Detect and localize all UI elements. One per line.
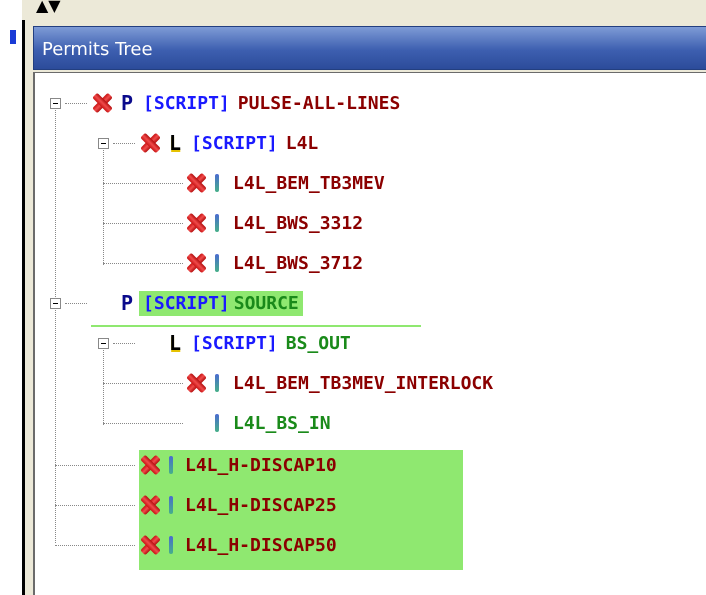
tree-line bbox=[55, 545, 135, 546]
tree-line bbox=[103, 423, 183, 424]
tree-node-l4l-h-discap50[interactable]: L4L_H-DISCAP50 bbox=[139, 529, 337, 561]
permits-tree[interactable]: P [SCRIPT] PULSE-ALL-LINES L [SCRIPT] L4… bbox=[33, 72, 706, 595]
tree-line bbox=[113, 343, 135, 344]
red-x-icon bbox=[185, 252, 207, 274]
tree-node-l4l-bem-tb3mev[interactable]: L4L_BEM_TB3MEV bbox=[185, 167, 385, 199]
panel-titlebar: Permits Tree bbox=[33, 26, 706, 70]
splitter-bar[interactable]: ▲▼ bbox=[22, 0, 706, 20]
tree-line bbox=[103, 345, 104, 425]
script-tag: [SCRIPT] bbox=[191, 332, 278, 354]
collapse-minus-icon[interactable] bbox=[98, 338, 109, 349]
collapse-minus-icon[interactable] bbox=[98, 138, 109, 149]
node-label: PULSE-ALL-LINES bbox=[237, 92, 401, 114]
highlight-box: [SCRIPT] SOURCE bbox=[139, 290, 303, 316]
node-label: L4L_H-DISCAP50 bbox=[185, 534, 337, 556]
red-x-icon bbox=[185, 372, 207, 394]
tree-node-l4l-h-discap10[interactable]: L4L_H-DISCAP10 bbox=[139, 449, 337, 481]
tree-line bbox=[103, 183, 183, 184]
tree-line bbox=[65, 103, 87, 104]
red-x-icon bbox=[139, 454, 161, 476]
node-label: L4L bbox=[285, 132, 319, 154]
selection-marker bbox=[10, 30, 16, 44]
node-label: L4L_BEM_TB3MEV bbox=[233, 172, 385, 194]
tree-line bbox=[103, 263, 183, 264]
script-tag: [SCRIPT] bbox=[143, 292, 230, 314]
collapse-minus-icon[interactable] bbox=[50, 298, 61, 309]
red-x-icon bbox=[91, 92, 113, 114]
node-label: L4L_BWS_3712 bbox=[233, 252, 364, 274]
tree-node-pulse-all-lines[interactable]: P [SCRIPT] PULSE-ALL-LINES bbox=[91, 87, 400, 119]
tree-node-l4l-bws-3712[interactable]: L4L_BWS_3712 bbox=[185, 247, 363, 279]
tree-node-source[interactable]: P [SCRIPT] SOURCE bbox=[121, 287, 303, 319]
node-label: BS_OUT bbox=[285, 332, 351, 354]
tree-node-l4l[interactable]: L [SCRIPT] L4L bbox=[139, 127, 318, 159]
tree-line bbox=[55, 505, 135, 506]
line-l-icon: L bbox=[169, 331, 182, 355]
interlock-bar-icon bbox=[215, 174, 219, 192]
line-l-icon: L bbox=[169, 131, 182, 155]
tree-node-l4l-bs-in[interactable]: L4L_BS_IN bbox=[215, 407, 331, 439]
tree-line bbox=[65, 303, 87, 304]
interlock-bar-icon bbox=[169, 536, 173, 554]
left-edge bbox=[0, 0, 22, 595]
node-label: L4L_BWS_3312 bbox=[233, 212, 364, 234]
interlock-bar-icon bbox=[169, 496, 173, 514]
interlock-bar-icon bbox=[169, 456, 173, 474]
tree-node-l4l-h-discap25[interactable]: L4L_H-DISCAP25 bbox=[139, 489, 337, 521]
red-x-icon bbox=[185, 172, 207, 194]
script-tag: [SCRIPT] bbox=[191, 132, 278, 154]
tree-line bbox=[113, 143, 135, 144]
tree-line bbox=[55, 103, 56, 303]
script-tag: [SCRIPT] bbox=[143, 92, 230, 114]
node-label: L4L_BEM_TB3MEV_INTERLOCK bbox=[233, 372, 494, 394]
red-x-icon bbox=[139, 132, 161, 154]
tree-line bbox=[103, 145, 104, 265]
red-x-icon bbox=[139, 534, 161, 556]
interlock-bar-icon bbox=[215, 374, 219, 392]
collapse-minus-icon[interactable] bbox=[50, 98, 61, 109]
interlock-bar-icon bbox=[215, 414, 219, 432]
permit-p-icon: P bbox=[121, 291, 134, 315]
permits-tree-window: Permits Tree P [SCRIPT] PULSE-ALL-LINES bbox=[22, 20, 706, 595]
panel-title: Permits Tree bbox=[42, 39, 153, 60]
tree-node-l4l-bem-tb3mev-interlock[interactable]: L4L_BEM_TB3MEV_INTERLOCK bbox=[185, 367, 493, 399]
tree-line bbox=[103, 383, 183, 384]
interlock-bar-icon bbox=[215, 254, 219, 272]
tree-line bbox=[55, 303, 56, 543]
node-label: L4L_BS_IN bbox=[233, 412, 331, 434]
node-label: L4L_H-DISCAP10 bbox=[185, 454, 337, 476]
red-x-icon bbox=[139, 494, 161, 516]
tree-line bbox=[55, 465, 135, 466]
tree-line bbox=[103, 223, 183, 224]
red-x-icon bbox=[185, 212, 207, 234]
node-label: SOURCE bbox=[233, 292, 299, 314]
splitter-grip-icon[interactable]: ▲▼ bbox=[36, 0, 61, 14]
interlock-bar-icon bbox=[215, 214, 219, 232]
permit-p-icon: P bbox=[121, 91, 134, 115]
tree-node-bs-out[interactable]: L [SCRIPT] BS_OUT bbox=[169, 327, 351, 359]
node-label: L4L_H-DISCAP25 bbox=[185, 494, 337, 516]
tree-node-l4l-bws-3312[interactable]: L4L_BWS_3312 bbox=[185, 207, 363, 239]
